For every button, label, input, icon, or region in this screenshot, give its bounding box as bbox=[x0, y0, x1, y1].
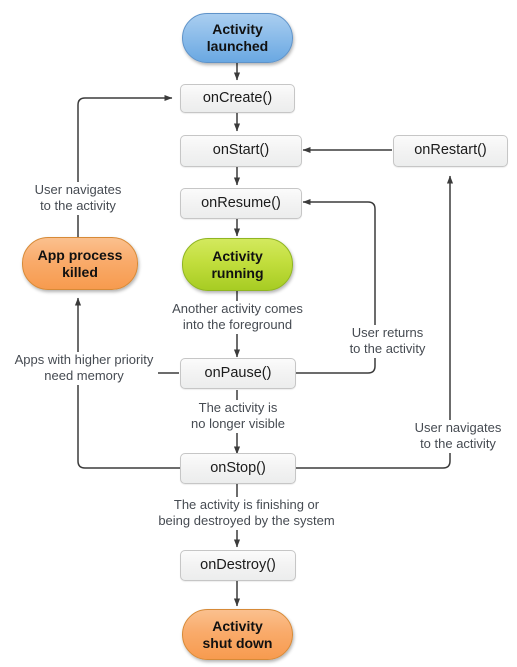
activity-lifecycle-diagram: Activity launched onCreate() onStart() on… bbox=[0, 0, 517, 667]
node-ondestroy[interactable]: onDestroy() bbox=[180, 550, 296, 581]
label-another-activity-foreground: Another activity comes into the foregroun… bbox=[162, 301, 313, 334]
node-activity-running[interactable]: Activity running bbox=[182, 238, 293, 291]
node-app-process-killed[interactable]: App process killed bbox=[22, 237, 138, 290]
label-activity-no-longer-visible: The activity is no longer visible bbox=[178, 400, 298, 433]
node-onstart[interactable]: onStart() bbox=[180, 135, 302, 167]
label-user-navigates-to-activity-right: User navigates to the activity bbox=[403, 420, 513, 453]
node-oncreate[interactable]: onCreate() bbox=[180, 84, 295, 113]
node-activity-launched[interactable]: Activity launched bbox=[182, 13, 293, 63]
edge-process-killed-to-oncreate bbox=[77, 94, 173, 237]
node-onresume[interactable]: onResume() bbox=[180, 188, 302, 219]
node-onrestart[interactable]: onRestart() bbox=[393, 135, 508, 167]
node-onstop[interactable]: onStop() bbox=[180, 453, 296, 484]
node-onpause[interactable]: onPause() bbox=[180, 358, 296, 389]
label-user-returns-to-activity: User returns to the activity bbox=[337, 325, 438, 358]
label-apps-higher-priority: Apps with higher priority need memory bbox=[10, 352, 158, 385]
node-activity-shut-down[interactable]: Activity shut down bbox=[182, 609, 293, 660]
label-user-navigates-to-activity-left: User navigates to the activity bbox=[16, 182, 140, 215]
label-activity-finishing: The activity is finishing or being destro… bbox=[149, 497, 344, 530]
